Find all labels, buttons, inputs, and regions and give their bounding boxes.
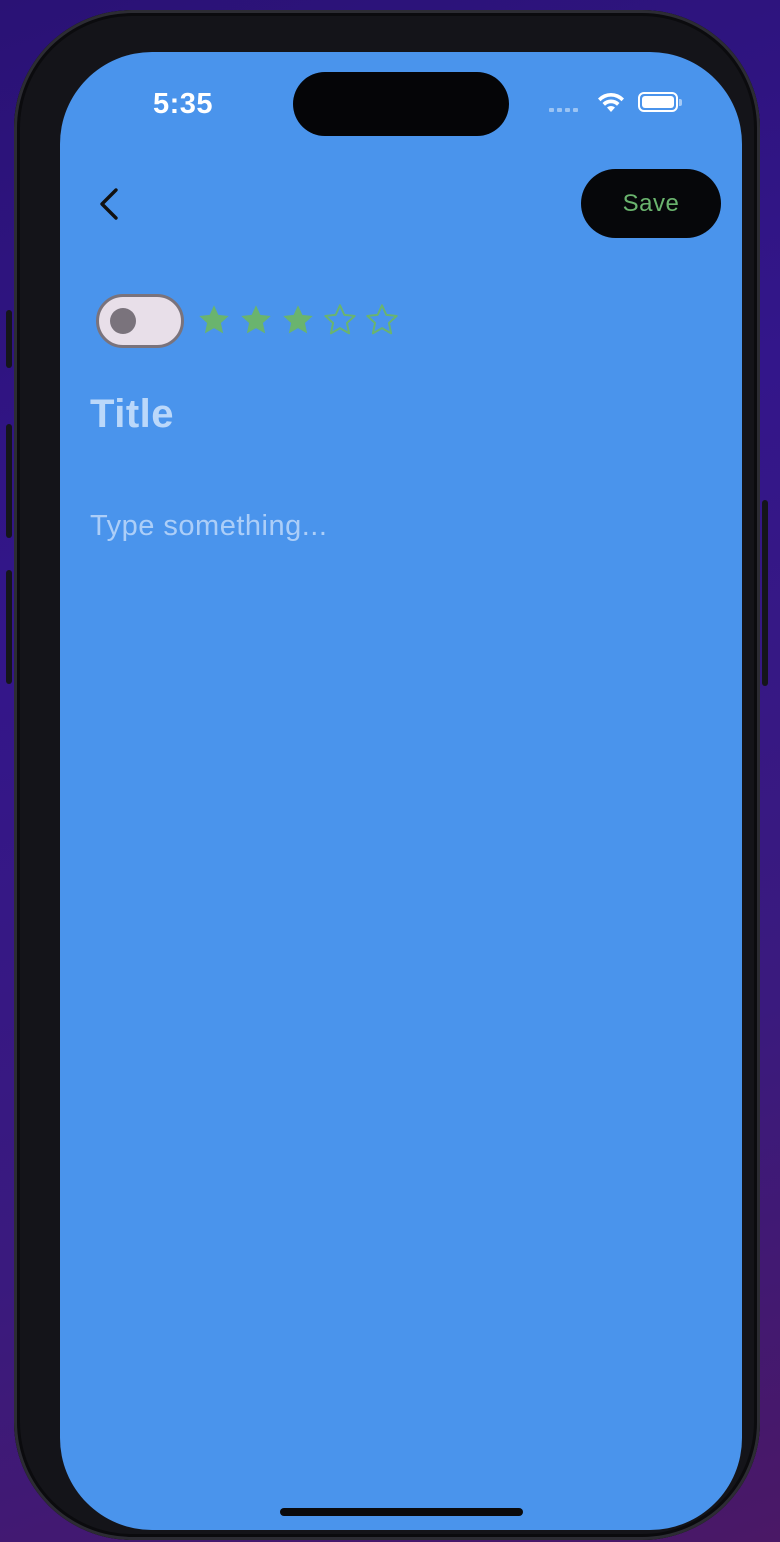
favorite-toggle[interactable] (96, 294, 184, 348)
wifi-icon (598, 92, 624, 112)
phone-frame: 5:35 Save Title Type something... (6, 10, 768, 1540)
star-outline-icon[interactable] (322, 302, 358, 338)
volume-up-button (6, 424, 12, 538)
star-filled-icon[interactable] (196, 302, 232, 338)
battery-level (642, 96, 674, 108)
rating-stars (196, 302, 400, 338)
chevron-left-icon[interactable] (92, 182, 128, 226)
star-filled-icon[interactable] (238, 302, 274, 338)
app-screen: 5:35 Save Title Type something... (60, 52, 742, 1530)
home-indicator[interactable] (280, 1508, 523, 1516)
dynamic-island (293, 72, 509, 136)
title-input[interactable]: Title (90, 392, 710, 437)
power-button (762, 500, 768, 686)
action-button (6, 310, 12, 368)
note-body-input[interactable]: Type something... (90, 510, 710, 543)
status-time: 5:35 (153, 88, 214, 120)
toggle-knob (110, 308, 136, 334)
volume-down-button (6, 570, 12, 684)
save-button[interactable]: Save (581, 169, 721, 238)
cellular-signal-icon (549, 108, 578, 112)
star-outline-icon[interactable] (364, 302, 400, 338)
battery-icon (638, 92, 682, 112)
star-filled-icon[interactable] (280, 302, 316, 338)
